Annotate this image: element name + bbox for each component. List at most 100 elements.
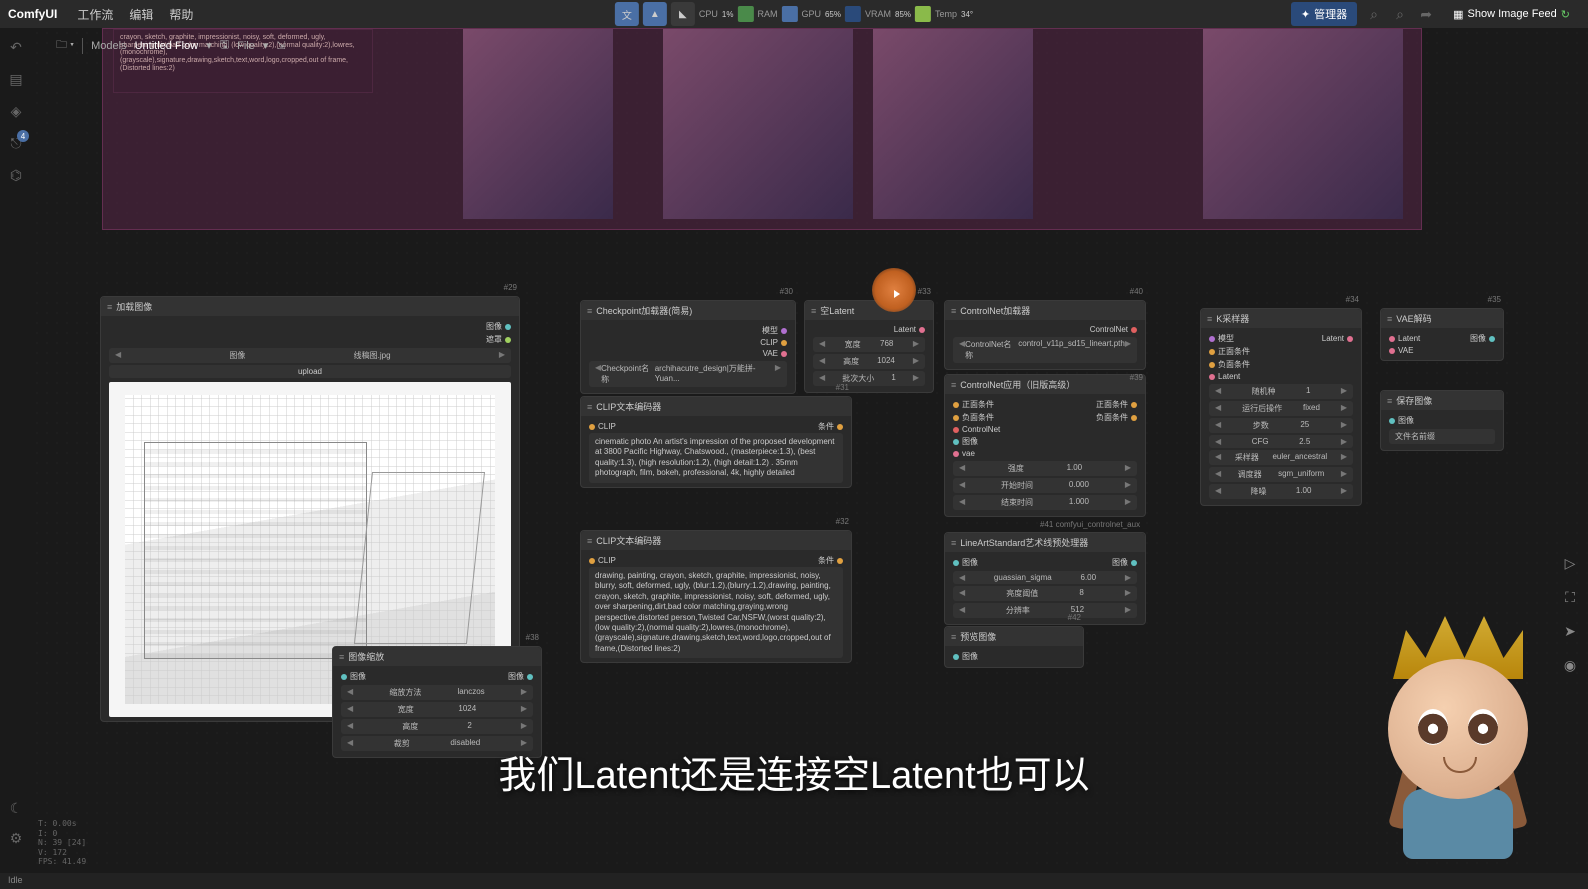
node-header[interactable]: VAE解码 [1381,309,1503,328]
zoom-out-icon[interactable]: ⌕ [1391,5,1409,23]
node-controlnet-apply[interactable]: #39 ControlNet应用（旧版高级） 正面条件正面条件 负面条件负面条件… [944,374,1146,517]
sigma-input[interactable]: ◀guassian_sigma6.00▶ [953,571,1137,584]
share-icon[interactable]: ➦ [1417,5,1435,23]
input-dot[interactable] [1389,336,1395,342]
scheduler-input[interactable]: ◀调度器sgm_uniform▶ [1209,467,1353,482]
input-dot[interactable] [1209,374,1215,380]
translate-icon[interactable]: 文 [615,2,639,26]
node-header[interactable]: 预览图像 [945,627,1083,646]
chevron-down-icon[interactable]: ▾ [263,39,269,52]
input-dot[interactable] [1389,348,1395,354]
output-dot[interactable] [919,327,925,333]
bookmark-icon[interactable]: ◣ [671,2,695,26]
hierarchy-icon[interactable]: ⌬ [7,166,25,184]
output-dot[interactable] [781,340,787,346]
node-clip-negative[interactable]: #32 CLIP文本编码器 CLIP条件 drawing, painting, … [580,530,852,663]
node-ksampler[interactable]: #34 K采样器 模型Latent 正面条件 负面条件 Latent ◀随机种1… [1200,308,1362,506]
save-icon[interactable]: 🖫 [220,36,229,55]
output-dot[interactable] [1131,327,1137,333]
sampler-input[interactable]: ◀采样器euler_ancestral▶ [1209,450,1353,465]
moon-icon[interactable]: ☾ [7,799,25,817]
seed-input[interactable]: ◀随机种1▶ [1209,384,1353,399]
output-dot[interactable] [781,351,787,357]
node-vae-decode[interactable]: #35 VAE解码 Latent图像 VAE [1380,308,1504,361]
end-input[interactable]: ◀结束时间1.000▶ [953,495,1137,510]
output-dot[interactable] [1131,560,1137,566]
node-header[interactable]: K采样器 [1201,309,1361,328]
menu-workflow[interactable]: 工作流 [77,6,113,23]
output-dot[interactable] [837,558,843,564]
output-dot[interactable] [1131,402,1137,408]
node-header[interactable]: 空Latent [805,301,933,320]
output-dot[interactable] [1489,336,1495,342]
start-input[interactable]: ◀开始时间0.000▶ [953,478,1137,493]
graph-icon[interactable]: ⎋ [7,134,25,152]
steps-input[interactable]: ◀步数25▶ [1209,418,1353,433]
node-controlnet-loader[interactable]: #40 ControlNet加载器 ControlNet ◀ControlNet… [944,300,1146,370]
output-dot[interactable] [1131,415,1137,421]
theme-icon[interactable]: ▲ [643,2,667,26]
input-dot[interactable] [1209,349,1215,355]
negative-prompt-text[interactable]: drawing, painting, crayon, sketch, graph… [589,567,843,658]
threshold-input[interactable]: ◀亮度阈值8▶ [953,586,1137,601]
node-header[interactable]: Checkpoint加载器(简易) [581,301,795,320]
input-dot[interactable] [953,560,959,566]
group-previews[interactable]: crayon, sketch, graphite, impressionist,… [102,28,1422,230]
show-feed-button[interactable]: ▦ Show Image Feed ↻ [1443,4,1580,25]
locate-icon[interactable]: ➤ [1558,619,1582,643]
filename-prefix[interactable]: 文件名前缀 [1389,429,1495,444]
output-dot[interactable] [505,324,511,330]
controlnet-selector[interactable]: ◀ControlNet名称control_v11p_sd15_lineart.p… [953,337,1137,363]
upload-button[interactable]: upload [109,365,511,378]
play-icon[interactable]: ▷ [1558,551,1582,575]
node-header[interactable]: 加载图像 [101,297,519,316]
input-dot[interactable] [1209,336,1215,342]
node-header[interactable]: 图像缩放 [333,647,541,666]
input-dot[interactable] [953,654,959,660]
node-image-scale[interactable]: #38 图像缩放 图像图像 ◀缩放方法lanczos▶ ◀宽度1024▶ ◀高度… [332,646,542,758]
gear-icon[interactable]: ⚙ [7,829,25,847]
node-header[interactable]: CLIP文本编码器 [581,531,851,550]
node-header[interactable]: ControlNet加载器 [945,301,1145,320]
input-dot[interactable] [953,415,959,421]
strength-input[interactable]: ◀强度1.00▶ [953,461,1137,476]
node-header[interactable]: ControlNet应用（旧版高级） [945,375,1145,394]
input-dot[interactable] [953,427,959,433]
after-gen-input[interactable]: ◀运行后操作fixed▶ [1209,401,1353,416]
height-input[interactable]: ◀高度1024▶ [813,354,925,369]
node-header[interactable]: CLIP文本编码器 [581,397,851,416]
manager-button[interactable]: ✦ 管理器 [1291,2,1357,26]
chevron-down-icon[interactable]: ▾ [206,39,212,52]
output-dot[interactable] [505,337,511,343]
folder-icon[interactable]: 🗀 ▾ [56,36,74,55]
menu-edit[interactable]: 编辑 [129,6,153,23]
method-input[interactable]: ◀缩放方法lanczos▶ [341,685,533,700]
node-header[interactable]: LineArtStandard艺术线预处理器 [945,533,1145,552]
input-dot[interactable] [1389,418,1395,424]
denoise-input[interactable]: ◀降噪1.00▶ [1209,484,1353,499]
resolution-input[interactable]: ◀分辨率512▶ [953,603,1137,618]
undo-icon[interactable]: ↶ [7,38,25,56]
image-selector[interactable]: ◀图像线稿图.jpg▶ [109,348,511,363]
input-dot[interactable] [1209,362,1215,368]
models-label[interactable]: Models [91,40,126,52]
output-dot[interactable] [837,424,843,430]
positive-prompt-text[interactable]: cinematic photo An artist's impression o… [589,433,843,483]
input-dot[interactable] [953,451,959,457]
width-input[interactable]: ◀宽度768▶ [813,337,925,352]
checkpoint-selector[interactable]: ◀Checkpoint名称archihacutre_design|万能拼-Yua… [589,361,787,387]
expand-icon[interactable]: ⛶ [1558,585,1582,609]
node-preview-image[interactable]: #42 预览图像 图像 [944,626,1084,668]
import-icon[interactable]: ⇲ [276,39,285,52]
width-input[interactable]: ◀宽度1024▶ [341,702,533,717]
flow-name[interactable]: Untitled Flow [135,40,199,52]
input-dot[interactable] [953,402,959,408]
input-dot[interactable] [341,674,347,680]
zoom-in-icon[interactable]: ⌕ [1365,5,1383,23]
file-label[interactable]: File [237,40,255,52]
cube-icon[interactable]: ◈ [7,102,25,120]
input-dot[interactable] [953,439,959,445]
batch-input[interactable]: ◀批次大小1▶ [813,371,925,386]
eye-icon[interactable]: ◉ [1558,653,1582,677]
height-input[interactable]: ◀高度2▶ [341,719,533,734]
